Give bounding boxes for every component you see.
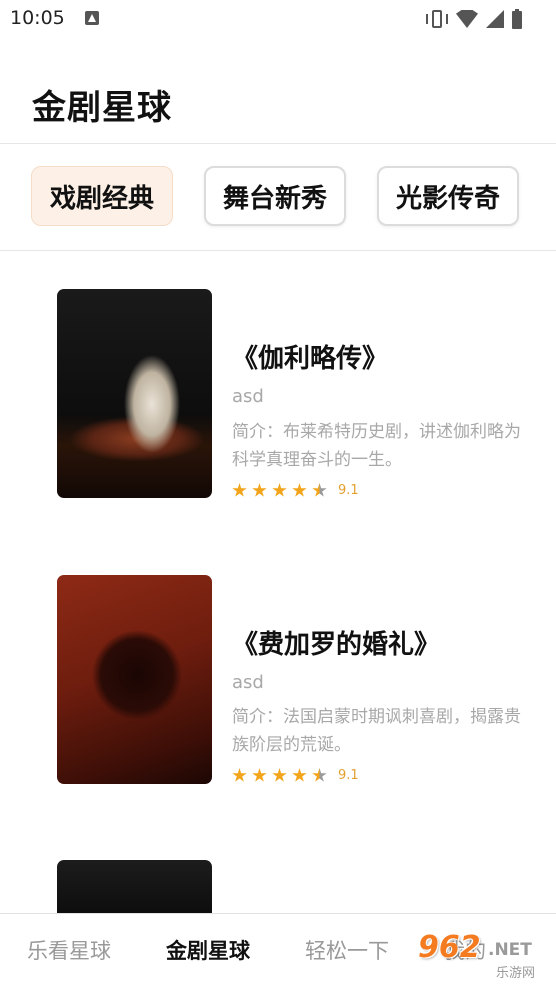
watermark-number: 962	[418, 930, 481, 965]
play-subtitle: asd	[232, 672, 264, 693]
play-description: 简介：布莱希特历史剧，讲述伽利略为科学真理奋斗的一生。	[232, 422, 521, 470]
play-subtitle: asd	[232, 386, 264, 407]
notification-icon	[85, 11, 99, 25]
nav-item-lekan[interactable]: 乐看星球	[27, 935, 111, 965]
star-icon	[252, 768, 267, 782]
status-time: 10:05	[10, 7, 65, 29]
divider	[0, 250, 556, 251]
status-bar: 10:05	[0, 0, 556, 38]
play-poster-image[interactable]	[57, 575, 212, 784]
star-icon	[252, 483, 267, 497]
battery-icon	[512, 9, 522, 29]
wifi-icon	[456, 10, 478, 28]
tab-drama-classics[interactable]: 戏剧经典	[31, 166, 173, 226]
rating-score: 9.1	[338, 483, 359, 498]
half-star-icon	[312, 483, 327, 497]
watermark-site: 乐游网	[496, 966, 536, 981]
watermark-suffix: .NET	[488, 940, 532, 960]
signal-icon	[486, 10, 504, 28]
rating: 9.1	[232, 768, 359, 783]
divider	[0, 143, 556, 144]
star-icon	[292, 483, 307, 497]
nav-item-jinju[interactable]: 金剧星球	[166, 935, 250, 965]
rating-score: 9.1	[338, 768, 359, 783]
star-icon	[272, 483, 287, 497]
tab-stage-newcomers[interactable]: 舞台新秀	[204, 166, 346, 226]
play-title[interactable]: 《费加罗的婚礼》	[232, 624, 440, 661]
half-star-icon	[312, 768, 327, 782]
tab-light-shadow-legends[interactable]: 光影传奇	[377, 166, 519, 226]
play-title[interactable]: 《伽利略传》	[232, 338, 388, 375]
play-poster-image[interactable]	[57, 289, 212, 498]
nav-item-relax[interactable]: 轻松一下	[305, 935, 389, 965]
site-watermark: 962 .NET 乐游网	[418, 930, 550, 984]
page-title: 金剧星球	[32, 88, 172, 128]
vibrate-icon	[426, 10, 448, 28]
star-icon	[232, 768, 247, 782]
star-icon	[292, 768, 307, 782]
star-icon	[272, 768, 287, 782]
star-icon	[232, 483, 247, 497]
rating: 9.1	[232, 483, 359, 498]
play-description: 简介：法国启蒙时期讽刺喜剧，揭露贵族阶层的荒诞。	[232, 707, 521, 755]
status-icons	[426, 9, 522, 29]
play-poster-image[interactable]	[57, 860, 212, 920]
